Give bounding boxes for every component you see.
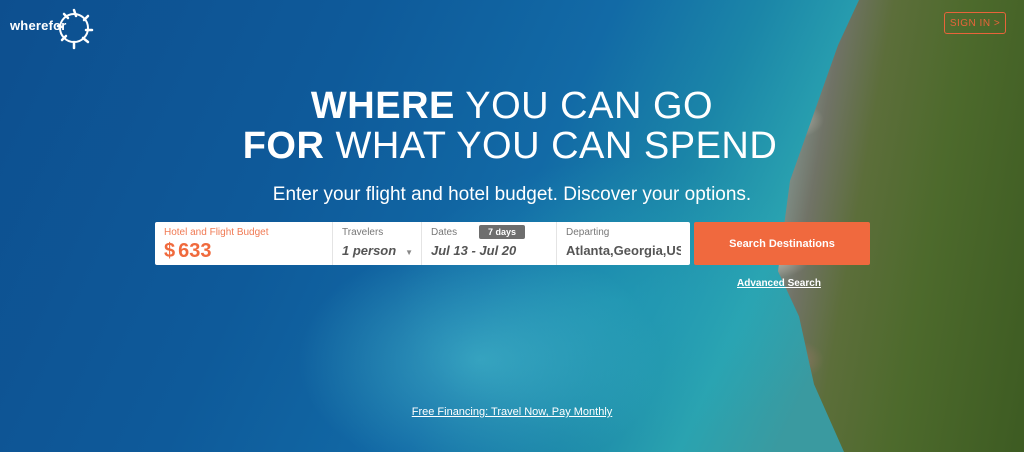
- hero-section: wherefor SIGN IN > WHERE YOU CAN GO FOR …: [0, 0, 1024, 452]
- search-destinations-button[interactable]: Search Destinations: [694, 222, 870, 265]
- budget-value[interactable]: $633: [164, 240, 323, 263]
- dates-value: Jul 13 - Jul 20: [431, 243, 517, 258]
- departing-label: Departing: [566, 227, 610, 238]
- headline-line-2-rest: WHAT YOU CAN SPEND: [335, 125, 778, 167]
- dates-field[interactable]: Dates 7 days Jul 13 - Jul 20: [422, 222, 557, 265]
- search-bar: Hotel and Flight Budget $633 Travelers 1…: [155, 222, 690, 265]
- departing-field[interactable]: Departing Atlanta,Georgia,US: [557, 222, 690, 265]
- travelers-field[interactable]: Travelers 1 person ▼: [333, 222, 422, 265]
- headline-line-1-rest: YOU CAN GO: [465, 85, 714, 127]
- advanced-search-link[interactable]: Advanced Search: [737, 278, 821, 289]
- sign-in-button[interactable]: SIGN IN >: [944, 12, 1006, 34]
- headline-line-2: FOR WHAT YOU CAN SPEND: [0, 126, 1024, 166]
- headline-line-1-bold: WHERE: [310, 85, 455, 127]
- financing-banner: Free Financing: Travel Now, Pay Monthly: [0, 402, 1024, 420]
- financing-link[interactable]: Free Financing: Travel Now, Pay Monthly: [412, 406, 613, 418]
- logo[interactable]: wherefor: [10, 6, 100, 52]
- days-badge: 7 days: [479, 225, 526, 239]
- budget-currency: $: [164, 240, 176, 262]
- headline-line-1: WHERE YOU CAN GO: [0, 86, 1024, 126]
- departing-value: Atlanta,Georgia,US: [566, 243, 681, 258]
- travelers-value: 1 person: [342, 243, 397, 258]
- budget-label: Hotel and Flight Budget: [164, 227, 269, 238]
- headline-line-2-bold: FOR: [242, 125, 325, 167]
- budget-field[interactable]: Hotel and Flight Budget $633: [155, 222, 333, 265]
- travelers-label: Travelers: [342, 227, 384, 238]
- budget-amount: 633: [178, 240, 212, 262]
- headline: WHERE YOU CAN GO FOR WHAT YOU CAN SPEND: [0, 86, 1024, 166]
- subheading: Enter your flight and hotel budget. Disc…: [272, 184, 752, 205]
- chevron-down-icon[interactable]: ▼: [405, 248, 413, 257]
- globe-icon: [56, 8, 94, 50]
